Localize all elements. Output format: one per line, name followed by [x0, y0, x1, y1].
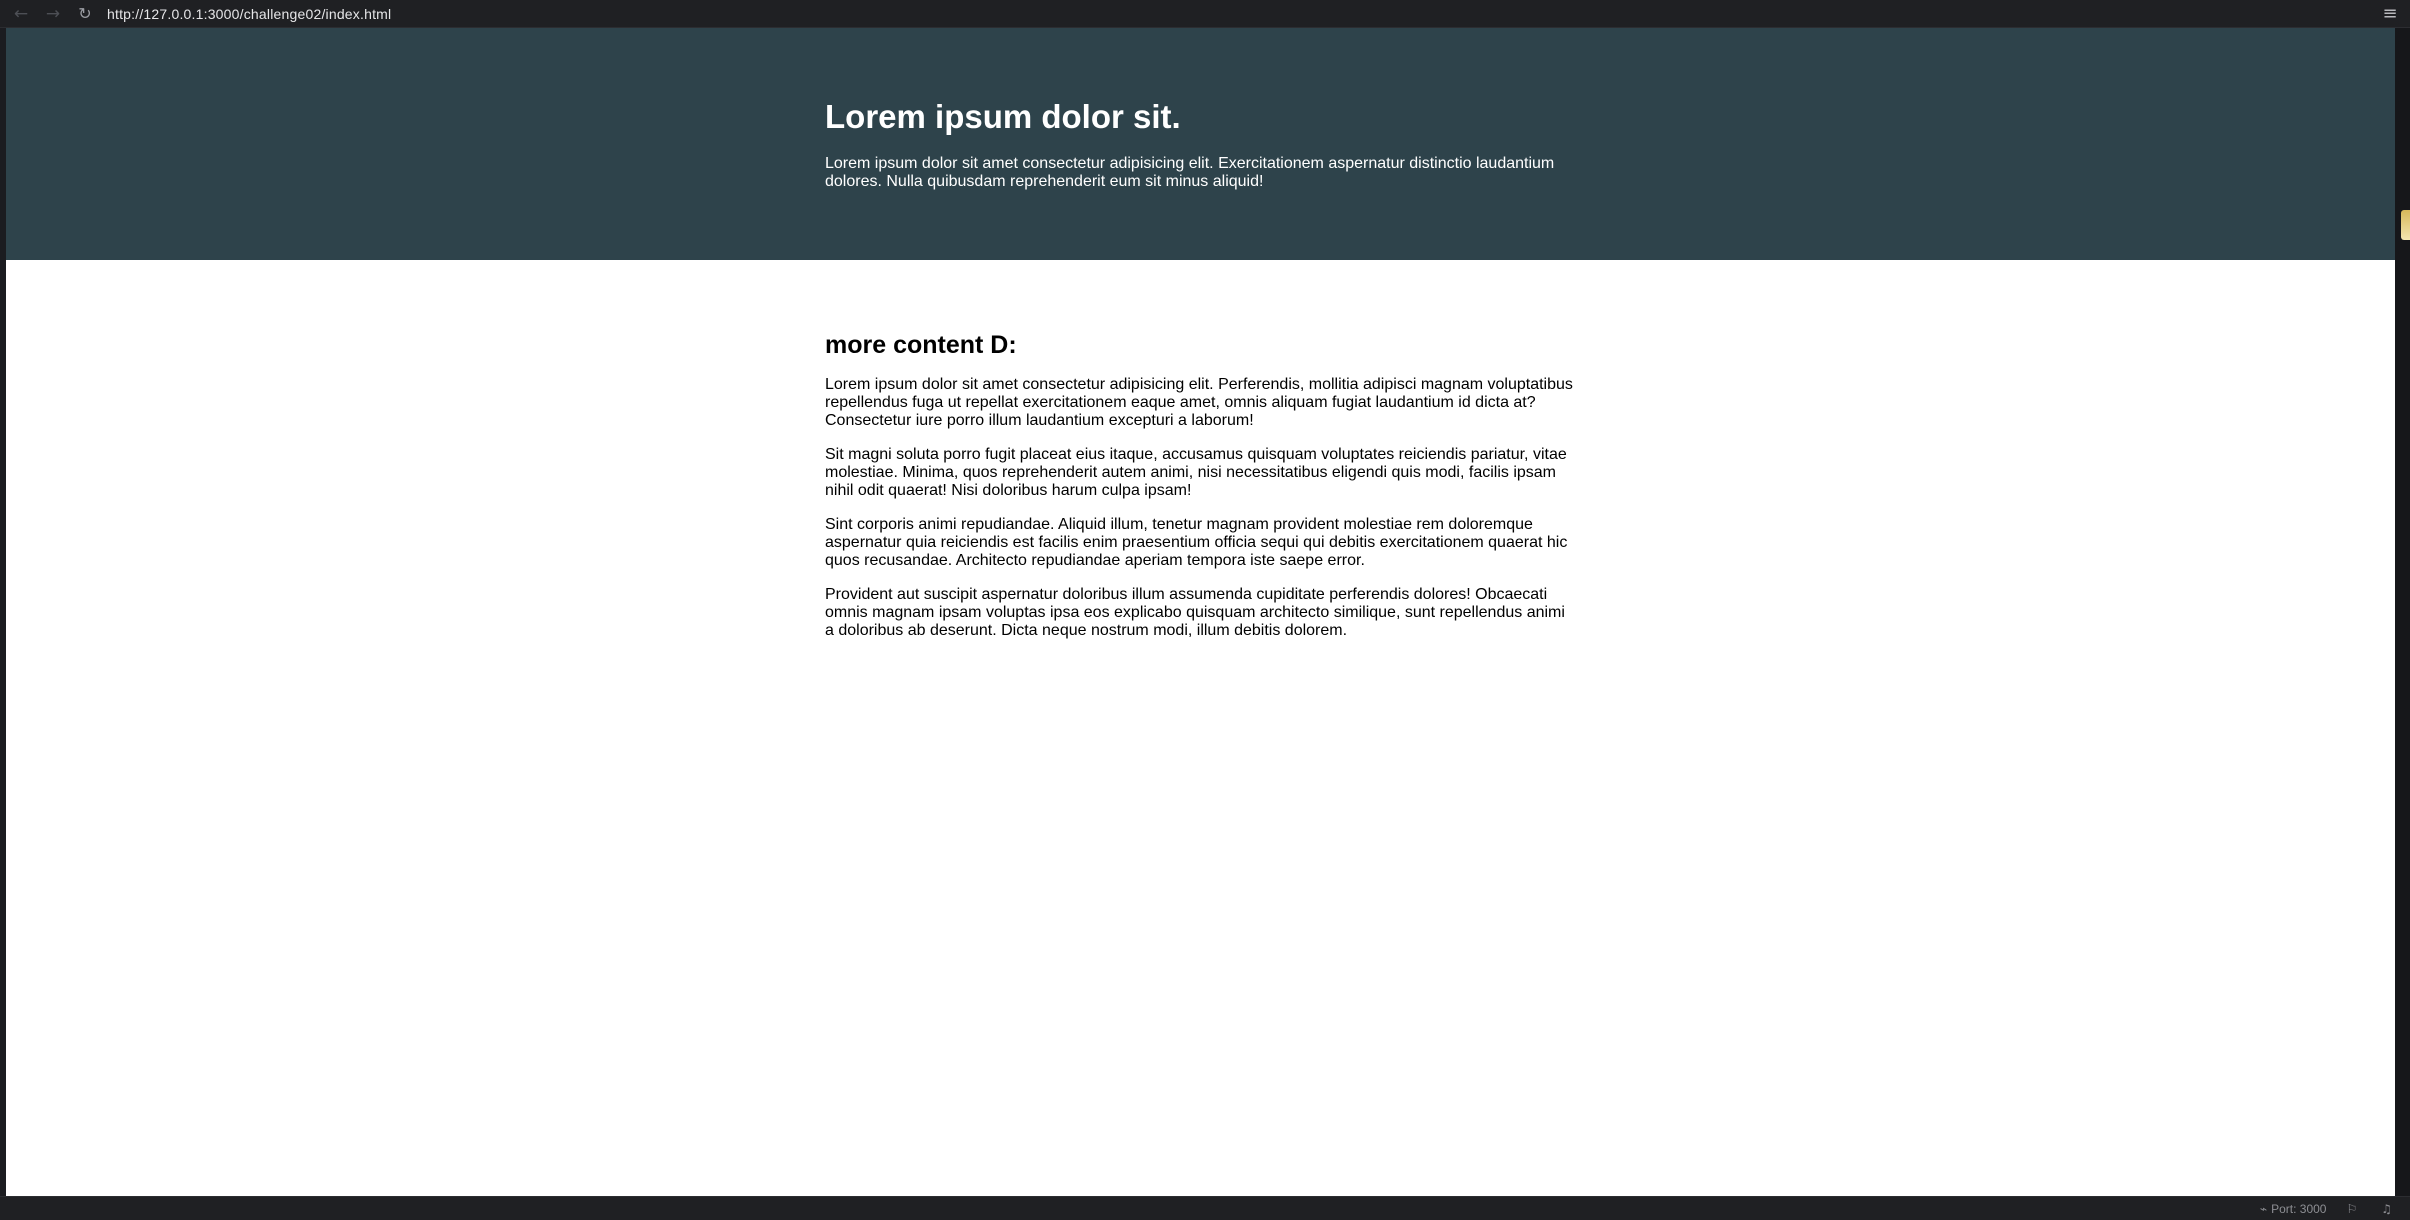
arrow-left-icon[interactable]: ←	[5, 0, 37, 28]
content-heading: more content D:	[825, 331, 1017, 359]
notifications-button[interactable]: ♫	[2381, 1202, 2396, 1216]
bell-icon: ♫	[2381, 1201, 2392, 1216]
hamburger-menu-icon[interactable]: ≡	[2370, 0, 2410, 28]
feedback-button[interactable]: ⚐	[2346, 1202, 2361, 1216]
hero-text: Lorem ipsum dolor sit amet consectetur a…	[825, 155, 1555, 190]
hero-banner: Lorem ipsum dolor sit. Lorem ipsum dolor…	[6, 28, 2395, 260]
port-indicator[interactable]: ⌁ Port: 3000	[2260, 1202, 2327, 1216]
hero-container: Lorem ipsum dolor sit. Lorem ipsum dolor…	[825, 28, 1575, 191]
content-paragraph: Lorem ipsum dolor sit amet consectetur a…	[825, 376, 1573, 429]
address-bar[interactable]: http://127.0.0.1:3000/challenge02/index.…	[107, 6, 2370, 22]
content-paragraph: Sit magni soluta porro fugit placeat eiu…	[825, 446, 1567, 499]
browser-toolbar: ← → ↻ http://127.0.0.1:3000/challenge02/…	[0, 0, 2410, 28]
arrow-right-icon[interactable]: →	[37, 0, 69, 28]
right-edge-gutter	[2395, 28, 2410, 1196]
broadcast-icon: ⌁	[2259, 1201, 2268, 1216]
main-content: more content D: Lorem ipsum dolor sit am…	[6, 260, 2395, 640]
status-bar: ⌁ Port: 3000 ⚐ ♫	[0, 1196, 2410, 1220]
reload-icon[interactable]: ↻	[69, 0, 101, 28]
content-paragraph: Sint corporis animi repudiandae. Aliquid…	[825, 516, 1568, 569]
content-paragraph: Provident aut suscipit aspernatur dolori…	[825, 586, 1565, 639]
port-label: Port: 3000	[2271, 1201, 2327, 1216]
feedback-icon: ⚐	[2346, 1201, 2358, 1216]
page-viewport: Lorem ipsum dolor sit. Lorem ipsum dolor…	[6, 28, 2395, 1196]
hero-title: Lorem ipsum dolor sit.	[825, 98, 1181, 135]
content-container: more content D: Lorem ipsum dolor sit am…	[825, 260, 1575, 640]
gutter-thumbnail	[2401, 210, 2410, 240]
